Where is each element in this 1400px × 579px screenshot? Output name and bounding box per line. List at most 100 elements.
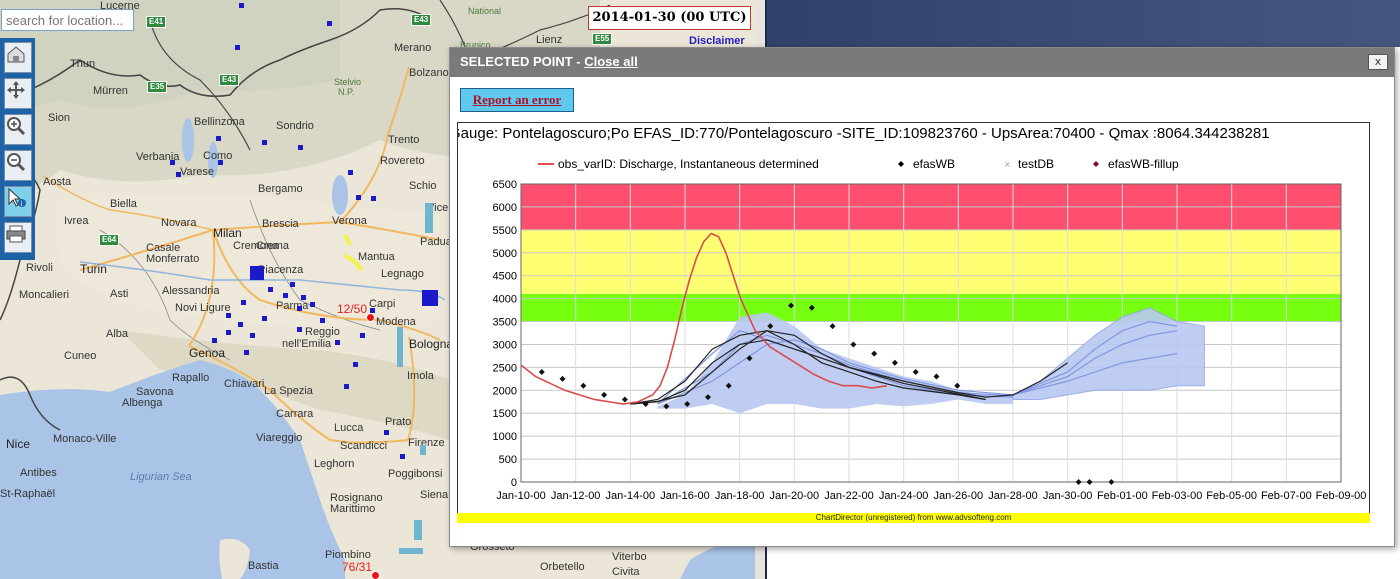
map-city-label: Genoa bbox=[189, 346, 226, 360]
map-city-label: Modena bbox=[376, 316, 416, 328]
station-marker[interactable] bbox=[262, 140, 267, 145]
station-marker[interactable] bbox=[283, 293, 288, 298]
map-city-label: Siena bbox=[420, 489, 449, 501]
station-marker[interactable] bbox=[239, 3, 244, 8]
station-marker[interactable] bbox=[298, 145, 303, 150]
efasWB-point bbox=[559, 375, 566, 382]
map-city-label: Turin bbox=[80, 262, 107, 276]
station-marker[interactable] bbox=[301, 295, 306, 300]
chart-footer: ChartDirector (unregistered) from www.ad… bbox=[457, 513, 1370, 523]
x-tick-label: Jan-28-00 bbox=[988, 490, 1038, 502]
pan-button[interactable] bbox=[4, 78, 32, 109]
legend-marker bbox=[898, 161, 904, 167]
map-city-label: Bellinzona bbox=[194, 116, 245, 128]
efasWB-point bbox=[621, 396, 628, 403]
y-tick-label: 4000 bbox=[493, 294, 517, 306]
station-marker[interactable] bbox=[241, 300, 246, 305]
station-marker[interactable] bbox=[348, 170, 353, 175]
x-tick-label: Jan-10-00 bbox=[496, 490, 546, 502]
station-marker[interactable] bbox=[244, 350, 249, 355]
map-city-label: Asti bbox=[110, 288, 129, 300]
station-marker[interactable] bbox=[310, 302, 315, 307]
efasWB-point bbox=[912, 368, 919, 375]
efasWB-point bbox=[871, 350, 878, 357]
x-tick-label: Feb-05-00 bbox=[1206, 490, 1257, 502]
map-city-label: Padua bbox=[420, 236, 452, 248]
map-city-label: Civita bbox=[612, 566, 640, 578]
map-city-label: Nice bbox=[6, 437, 31, 451]
station-marker[interactable] bbox=[250, 333, 255, 338]
map-city-label: Bergamo bbox=[258, 183, 303, 195]
disclaimer-link[interactable]: Disclaimer bbox=[689, 35, 745, 47]
station-marker[interactable] bbox=[335, 340, 340, 345]
station-marker[interactable] bbox=[344, 384, 349, 389]
printer-icon bbox=[6, 225, 26, 243]
close-all-link[interactable]: Close all bbox=[584, 54, 637, 69]
gauge-label: 76/31 bbox=[342, 560, 373, 574]
station-marker[interactable] bbox=[360, 333, 365, 338]
station-marker[interactable] bbox=[384, 430, 389, 435]
gauge-point[interactable] bbox=[366, 313, 375, 322]
zoom-in-button[interactable] bbox=[4, 114, 32, 145]
station-marker[interactable] bbox=[356, 195, 361, 200]
map-city-label: Firenze bbox=[408, 437, 445, 449]
map-city-label: Reggio bbox=[305, 326, 340, 338]
station-marker[interactable] bbox=[218, 160, 223, 165]
map-city-label: Leghorn bbox=[314, 458, 355, 470]
station-marker[interactable] bbox=[226, 313, 231, 318]
legend-marker: × bbox=[1004, 160, 1011, 169]
station-marker[interactable] bbox=[216, 136, 221, 141]
map-city-label: Brescia bbox=[262, 218, 299, 230]
station-marker[interactable] bbox=[297, 327, 302, 332]
x-tick-label: Feb-09-00 bbox=[1316, 490, 1367, 502]
y-tick-label: 3500 bbox=[493, 317, 517, 329]
gauge-point[interactable] bbox=[371, 571, 380, 579]
efasWB-point bbox=[1108, 479, 1115, 485]
x-tick-label: Feb-01-00 bbox=[1097, 490, 1148, 502]
map-city-label: Monferrato bbox=[146, 253, 200, 265]
zoom-out-button[interactable] bbox=[4, 150, 32, 181]
y-tick-label: 4500 bbox=[493, 271, 517, 283]
station-marker[interactable] bbox=[262, 316, 267, 321]
x-tick-label: Jan-14-00 bbox=[606, 490, 656, 502]
station-marker[interactable] bbox=[235, 45, 240, 50]
station-marker[interactable] bbox=[170, 160, 175, 165]
home-button[interactable] bbox=[4, 42, 32, 73]
station-marker[interactable] bbox=[290, 282, 295, 287]
print-button[interactable] bbox=[4, 222, 32, 253]
info-select-button[interactable]: i bbox=[4, 186, 32, 217]
chart-canvas: 0 500 1000 1500 2000 2500 3000 3500 4000 4500 5000… bbox=[493, 157, 1367, 502]
station-marker[interactable] bbox=[400, 454, 405, 459]
highway-shield: E43 bbox=[411, 14, 432, 26]
map-city-label: Bolzano bbox=[409, 67, 449, 79]
station-marker[interactable] bbox=[297, 306, 302, 311]
station-marker[interactable] bbox=[250, 266, 264, 280]
forecast-date[interactable]: 2014-01-30 (00 UTC) bbox=[588, 6, 751, 30]
location-search-input[interactable] bbox=[1, 9, 134, 31]
station-marker[interactable] bbox=[268, 287, 273, 292]
station-marker[interactable] bbox=[371, 196, 376, 201]
popup-close-button[interactable]: x bbox=[1368, 54, 1388, 70]
map-city-label: National bbox=[468, 6, 502, 16]
station-marker[interactable] bbox=[320, 318, 325, 323]
legend-marker bbox=[1093, 161, 1099, 167]
station-marker[interactable] bbox=[238, 322, 243, 327]
station-marker[interactable] bbox=[353, 362, 358, 367]
threshold-band bbox=[521, 229, 1341, 295]
station-marker[interactable] bbox=[226, 330, 231, 335]
legend-label: efasWB bbox=[913, 157, 955, 171]
station-marker[interactable] bbox=[212, 338, 217, 343]
map-city-label: Marittimo bbox=[330, 503, 376, 515]
map-toolbar: i bbox=[0, 38, 35, 260]
station-marker-selected[interactable] bbox=[422, 290, 438, 306]
y-tick-label: 5000 bbox=[493, 248, 517, 260]
map-city-label: Orbetello bbox=[540, 561, 585, 573]
station-marker[interactable] bbox=[176, 172, 181, 177]
report-error-button[interactable]: Report an error bbox=[460, 88, 574, 112]
map-city-label: Viareggio bbox=[256, 432, 303, 444]
station-marker[interactable] bbox=[327, 21, 332, 26]
map-city-label: Legnago bbox=[381, 268, 424, 280]
highway-shield: E35 bbox=[147, 81, 168, 93]
map-city-label: Ligurian Sea bbox=[130, 471, 192, 483]
map-city-label: La Spezia bbox=[264, 385, 313, 397]
